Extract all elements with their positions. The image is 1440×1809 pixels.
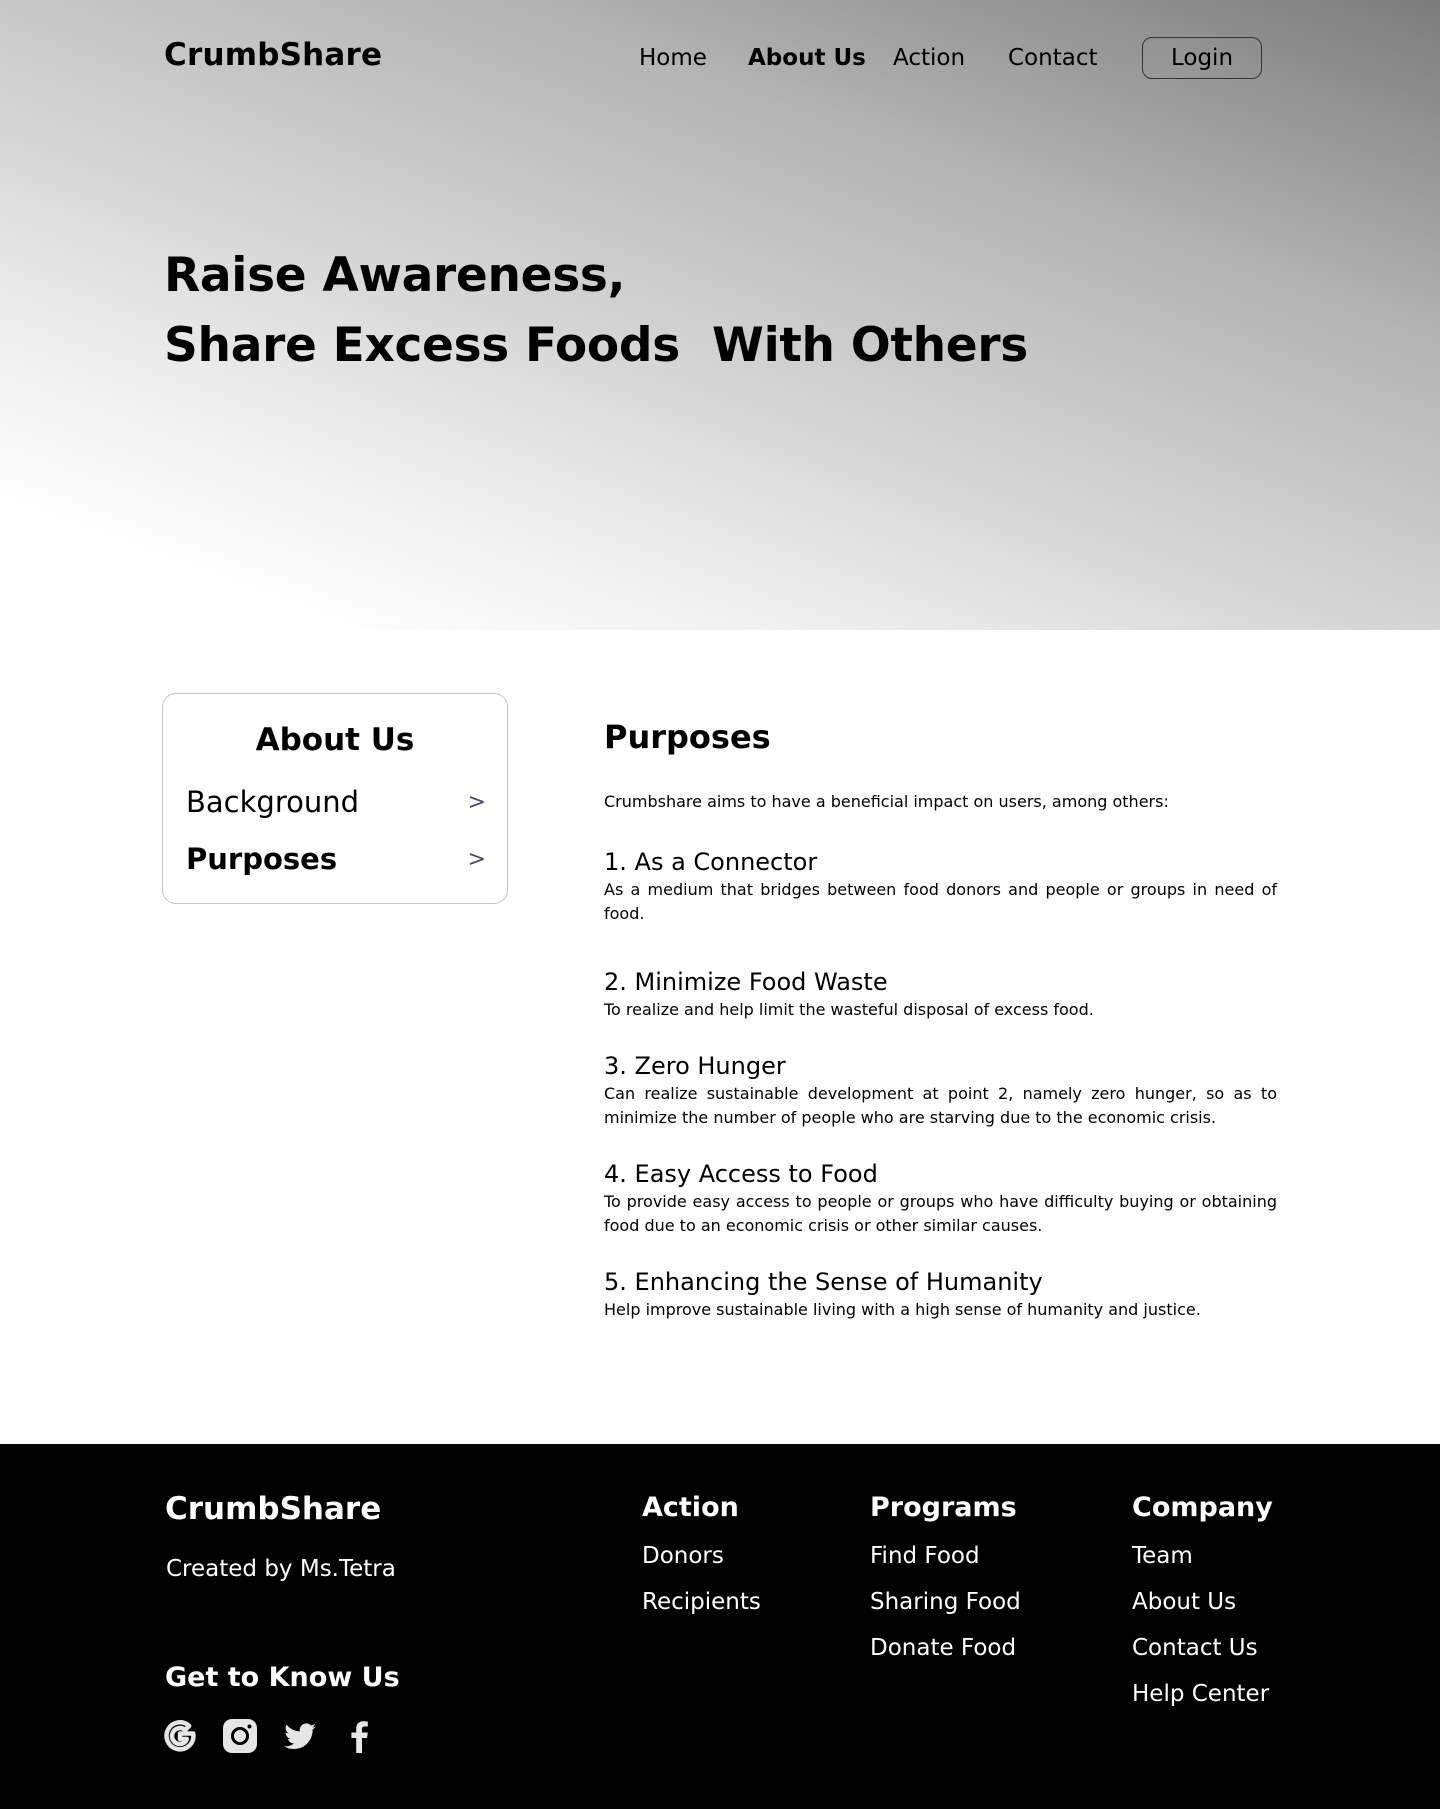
footer-logo[interactable]: CrumbShare xyxy=(165,1491,381,1527)
page-title: Purposes xyxy=(604,718,771,756)
instagram-icon[interactable] xyxy=(222,1718,258,1754)
site-logo[interactable]: CrumbShare xyxy=(164,37,382,73)
site-footer: CrumbShare Created by Ms.Tetra Get to Kn… xyxy=(0,1444,1440,1809)
hero-heading-line-2: Share Excess Foods With Others xyxy=(164,318,1028,373)
footer-link-donors[interactable]: Donors xyxy=(642,1543,761,1589)
sidebar-item-label: Background xyxy=(186,785,360,819)
nav-home[interactable]: Home xyxy=(639,42,707,74)
purpose-text: To provide easy access to people or grou… xyxy=(604,1192,1277,1235)
purposes-content: Purposes Crumbshare aims to have a benef… xyxy=(604,718,1277,1319)
footer-link-donate-food[interactable]: Donate Food xyxy=(870,1635,1021,1681)
login-button[interactable]: Login xyxy=(1142,37,1262,79)
footer-column-programs: Programs Find Food Sharing Food Donate F… xyxy=(870,1492,1021,1681)
footer-link-about-us[interactable]: About Us xyxy=(1132,1589,1273,1635)
sidebar-item-label: Purposes xyxy=(186,842,338,876)
footer-social-heading: Get to Know Us xyxy=(165,1662,400,1693)
purpose-title: 4. Easy Access to Food xyxy=(604,1160,878,1188)
purpose-title: 5. Enhancing the Sense of Humanity xyxy=(604,1268,1043,1296)
purpose-title: 1. As a Connector xyxy=(604,848,818,876)
footer-link-contact-us[interactable]: Contact Us xyxy=(1132,1635,1273,1681)
footer-column-company: Company Team About Us Contact Us Help Ce… xyxy=(1132,1492,1273,1727)
purpose-text: As a medium that bridges between food do… xyxy=(604,880,1277,923)
sidebar-item-purposes[interactable]: Purposes > xyxy=(186,839,486,879)
purpose-text: Help improve sustainable living with a h… xyxy=(604,1300,1201,1319)
chevron-right-icon: > xyxy=(467,789,486,815)
footer-link-sharing-food[interactable]: Sharing Food xyxy=(870,1589,1021,1635)
purpose-title: 2. Minimize Food Waste xyxy=(604,968,888,996)
footer-column-title: Programs xyxy=(870,1492,1017,1523)
hero-section: CrumbShare Home About Us Action Contact … xyxy=(0,0,1440,630)
social-links xyxy=(162,1718,378,1754)
nav-action[interactable]: Action xyxy=(893,42,965,74)
purpose-text: Can realize sustainable development at p… xyxy=(604,1084,1277,1127)
sidebar-title: About Us xyxy=(255,722,415,758)
purpose-item: 3. Zero Hunger Can realize sustainable d… xyxy=(604,1052,1277,1130)
footer-link-find-food[interactable]: Find Food xyxy=(870,1543,1021,1589)
purpose-item: 1. As a Connector As a medium that bridg… xyxy=(604,848,1277,926)
footer-column-title: Company xyxy=(1132,1492,1273,1523)
footer-column-action: Action Donors Recipients xyxy=(642,1492,761,1635)
footer-link-team[interactable]: Team xyxy=(1132,1543,1273,1589)
sidebar-item-background[interactable]: Background > xyxy=(186,782,486,822)
purpose-text: To realize and help limit the wasteful d… xyxy=(604,1000,1094,1019)
purpose-item: 2. Minimize Food Waste To realize and he… xyxy=(604,968,1277,1022)
purpose-item: 4. Easy Access to Food To provide easy a… xyxy=(604,1160,1277,1238)
chevron-right-icon: > xyxy=(467,846,486,872)
footer-link-recipients[interactable]: Recipients xyxy=(642,1589,761,1635)
purpose-item: 5. Enhancing the Sense of Humanity Help … xyxy=(604,1268,1277,1322)
nav-contact[interactable]: Contact xyxy=(1008,42,1097,74)
twitter-icon[interactable] xyxy=(282,1718,318,1754)
about-us-sidebar: About Us Background > Purposes > xyxy=(162,693,508,904)
footer-link-help-center[interactable]: Help Center xyxy=(1132,1681,1273,1727)
footer-credit: Created by Ms.Tetra xyxy=(166,1556,396,1582)
purposes-intro: Crumbshare aims to have a beneficial imp… xyxy=(604,792,1169,811)
google-icon[interactable] xyxy=(162,1718,198,1754)
purpose-title: 3. Zero Hunger xyxy=(604,1052,786,1080)
footer-column-title: Action xyxy=(642,1492,739,1523)
facebook-icon[interactable] xyxy=(342,1718,378,1754)
nav-about-us[interactable]: About Us xyxy=(748,42,866,74)
hero-heading-line-1: Raise Awareness, xyxy=(164,248,626,303)
